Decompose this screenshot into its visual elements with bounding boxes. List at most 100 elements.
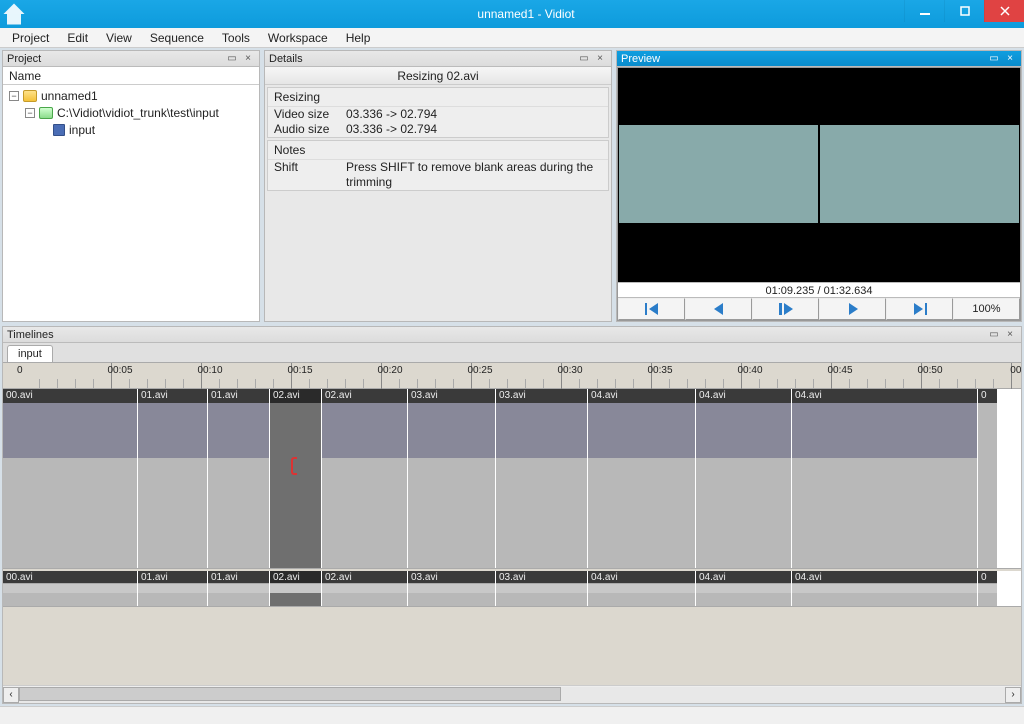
- menu-tools[interactable]: Tools: [214, 30, 258, 46]
- resizing-group-header: Resizing: [268, 88, 608, 107]
- menu-help[interactable]: Help: [338, 30, 379, 46]
- audio-clip[interactable]: 03.avi: [496, 571, 588, 606]
- maximize-button[interactable]: [944, 0, 984, 22]
- menu-workspace[interactable]: Workspace: [260, 30, 336, 46]
- audio-clip[interactable]: 04.avi: [792, 571, 978, 606]
- video-clip[interactable]: 00.avi: [3, 389, 138, 568]
- clip-thumbnail: [322, 403, 407, 458]
- audio-size-value: 03.336 -> 02.794: [346, 122, 602, 137]
- clip-thumbnail: [496, 403, 587, 458]
- menu-project[interactable]: Project: [4, 30, 57, 46]
- next-frame-button[interactable]: [819, 298, 886, 320]
- maximize-icon[interactable]: ▭: [987, 328, 1001, 342]
- audio-size-label: Audio size: [274, 122, 346, 137]
- timelines-pane-header[interactable]: Timelines ▭ ×: [3, 327, 1021, 343]
- menu-edit[interactable]: Edit: [59, 30, 96, 46]
- clip-label: 02.avi: [270, 389, 321, 403]
- tree-row-root[interactable]: − unnamed1: [3, 87, 259, 104]
- tree-label: input: [69, 123, 95, 137]
- clip-thumbnail: [588, 403, 695, 458]
- window-titlebar: unnamed1 - Vidiot: [0, 0, 1024, 28]
- prev-frame-button[interactable]: [685, 298, 752, 320]
- tree-row-file[interactable]: input: [3, 121, 259, 138]
- clip-label: 04.avi: [792, 571, 977, 583]
- clip-label: 04.avi: [792, 389, 977, 403]
- clip-thumbnail: [138, 403, 207, 458]
- audio-clip[interactable]: 0: [978, 571, 998, 606]
- folder-icon: [39, 107, 53, 119]
- video-clip[interactable]: 04.avi: [792, 389, 978, 568]
- preview-video[interactable]: [618, 68, 1020, 282]
- audio-clip[interactable]: 01.avi: [208, 571, 270, 606]
- menu-view[interactable]: View: [98, 30, 140, 46]
- project-tree: − unnamed1 − C:\Vidiot\vidiot_trunk\test…: [3, 85, 259, 321]
- video-clip[interactable]: 02.avi: [322, 389, 408, 568]
- close-icon[interactable]: ×: [1003, 52, 1017, 66]
- video-clip[interactable]: 0: [978, 389, 998, 568]
- video-clip[interactable]: 01.avi: [208, 389, 270, 568]
- project-column-header[interactable]: Name: [3, 67, 259, 85]
- timeline-tab-input[interactable]: input: [7, 345, 53, 362]
- tree-row-folder[interactable]: − C:\Vidiot\vidiot_trunk\test\input: [3, 104, 259, 121]
- skip-start-button[interactable]: [618, 298, 685, 320]
- timeline-horizontal-scrollbar[interactable]: ‹ ›: [3, 685, 1021, 703]
- timeline-ruler[interactable]: 0 00:0500:1000:1500:2000:2500:3000:3500:…: [3, 363, 1021, 389]
- ruler-tick: 00:15: [291, 363, 292, 389]
- scroll-left-icon[interactable]: ‹: [3, 687, 19, 703]
- maximize-icon[interactable]: ▭: [225, 52, 239, 66]
- collapse-icon[interactable]: −: [25, 108, 35, 118]
- clip-label: 0: [978, 571, 997, 583]
- scroll-right-icon[interactable]: ›: [1005, 687, 1021, 703]
- project-pane-header[interactable]: Project ▭ ×: [3, 51, 259, 67]
- play-pause-button[interactable]: [752, 298, 819, 320]
- app-icon[interactable]: [0, 0, 28, 28]
- menu-sequence[interactable]: Sequence: [142, 30, 212, 46]
- maximize-icon[interactable]: ▭: [987, 52, 1001, 66]
- minimize-button[interactable]: [904, 0, 944, 22]
- clip-label: 03.avi: [408, 389, 495, 403]
- scrollbar-thumb[interactable]: [19, 687, 561, 701]
- preview-zoom[interactable]: 100%: [953, 298, 1020, 320]
- clip-label: 01.avi: [138, 389, 207, 403]
- video-size-row: Video size 03.336 -> 02.794: [268, 107, 608, 122]
- ruler-tick: 00:25: [471, 363, 472, 389]
- details-pane-header[interactable]: Details ▭ ×: [265, 51, 611, 67]
- collapse-icon[interactable]: −: [9, 91, 19, 101]
- close-icon[interactable]: ×: [1003, 328, 1017, 342]
- preview-pane-header[interactable]: Preview ▭ ×: [617, 51, 1021, 67]
- audio-clip[interactable]: 00.avi: [3, 571, 138, 606]
- clip-label: 01.avi: [208, 389, 269, 403]
- video-clip[interactable]: 03.avi: [408, 389, 496, 568]
- audio-clip[interactable]: 02.avi: [322, 571, 408, 606]
- trim-handle-icon[interactable]: [291, 457, 297, 475]
- video-track[interactable]: 00.avi01.avi01.avi02.avi02.avi03.avi03.a…: [3, 389, 1021, 569]
- audio-clip[interactable]: 03.avi: [408, 571, 496, 606]
- status-bar: [0, 706, 1024, 724]
- clip-label: 02.avi: [322, 571, 407, 583]
- maximize-icon[interactable]: ▭: [577, 52, 591, 66]
- notes-group: Notes Shift Press SHIFT to remove blank …: [267, 140, 609, 191]
- audio-clip[interactable]: 04.avi: [588, 571, 696, 606]
- audio-clip[interactable]: 04.avi: [696, 571, 792, 606]
- resizing-group: Resizing Video size 03.336 -> 02.794 Aud…: [267, 87, 609, 138]
- video-clip[interactable]: 04.avi: [696, 389, 792, 568]
- menu-bar: Project Edit View Sequence Tools Workspa…: [0, 28, 1024, 48]
- audio-track[interactable]: 00.avi01.avi01.avi02.avi02.avi03.avi03.a…: [3, 571, 1021, 607]
- video-clip[interactable]: 03.avi: [496, 389, 588, 568]
- video-clip[interactable]: 01.avi: [138, 389, 208, 568]
- notes-group-header: Notes: [268, 141, 608, 160]
- ruler-tick: 00:20: [381, 363, 382, 389]
- close-button[interactable]: [984, 0, 1024, 22]
- project-pane: Project ▭ × Name − unnamed1 − C:\Vidiot\…: [2, 50, 260, 322]
- shift-note-row: Shift Press SHIFT to remove blank areas …: [268, 160, 608, 190]
- video-clip[interactable]: 02.avi: [270, 389, 322, 568]
- video-clip[interactable]: 04.avi: [588, 389, 696, 568]
- skip-end-button[interactable]: [886, 298, 953, 320]
- audio-clip[interactable]: 01.avi: [138, 571, 208, 606]
- clip-label: 03.avi: [496, 389, 587, 403]
- clip-label: 02.avi: [322, 389, 407, 403]
- details-pane-title: Details: [269, 53, 303, 65]
- audio-clip[interactable]: 02.avi: [270, 571, 322, 606]
- close-icon[interactable]: ×: [241, 52, 255, 66]
- close-icon[interactable]: ×: [593, 52, 607, 66]
